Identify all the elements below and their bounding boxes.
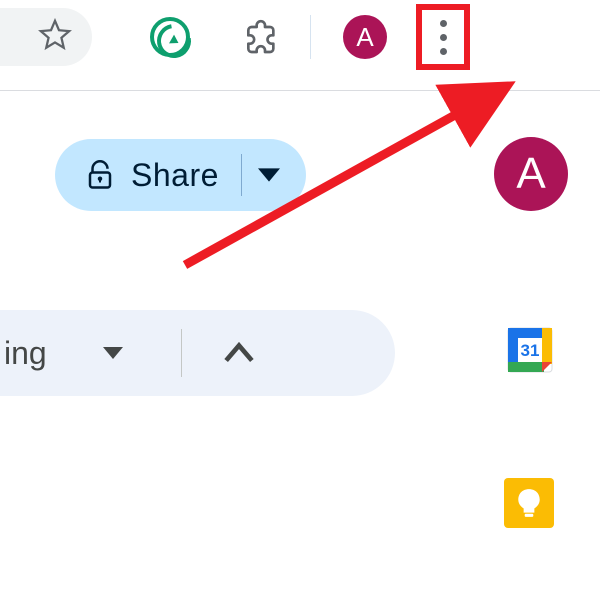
extensions-icon[interactable] <box>240 17 280 57</box>
mode-toolbar: ing <box>0 310 395 396</box>
profile-avatar-initial: A <box>356 22 373 53</box>
share-button[interactable]: Share <box>55 139 306 211</box>
collapse-chevron-up-icon[interactable] <box>224 341 254 365</box>
mode-label: ing <box>0 335 103 372</box>
browser-toolbar: A <box>0 0 600 74</box>
account-avatar-initial: A <box>516 149 545 199</box>
toolbar-separator <box>181 329 182 377</box>
chrome-menu-button[interactable] <box>419 8 467 66</box>
share-button-label: Share <box>131 157 219 194</box>
google-keep-icon[interactable] <box>504 478 554 528</box>
lock-icon <box>85 160 115 190</box>
profile-avatar-small[interactable]: A <box>343 15 387 59</box>
share-divider <box>241 154 242 196</box>
account-avatar-large[interactable]: A <box>494 137 568 211</box>
address-bar-end <box>0 8 92 66</box>
mode-caret-down-icon[interactable] <box>103 345 123 361</box>
caret-down-icon[interactable] <box>258 166 280 184</box>
document-header: Share A <box>0 91 600 251</box>
bookmark-star-icon[interactable] <box>38 18 72 57</box>
google-calendar-icon[interactable]: 31 <box>506 326 554 374</box>
grammarly-extension-icon[interactable] <box>150 17 190 57</box>
toolbar-divider <box>310 15 311 59</box>
calendar-day: 31 <box>521 341 540 360</box>
